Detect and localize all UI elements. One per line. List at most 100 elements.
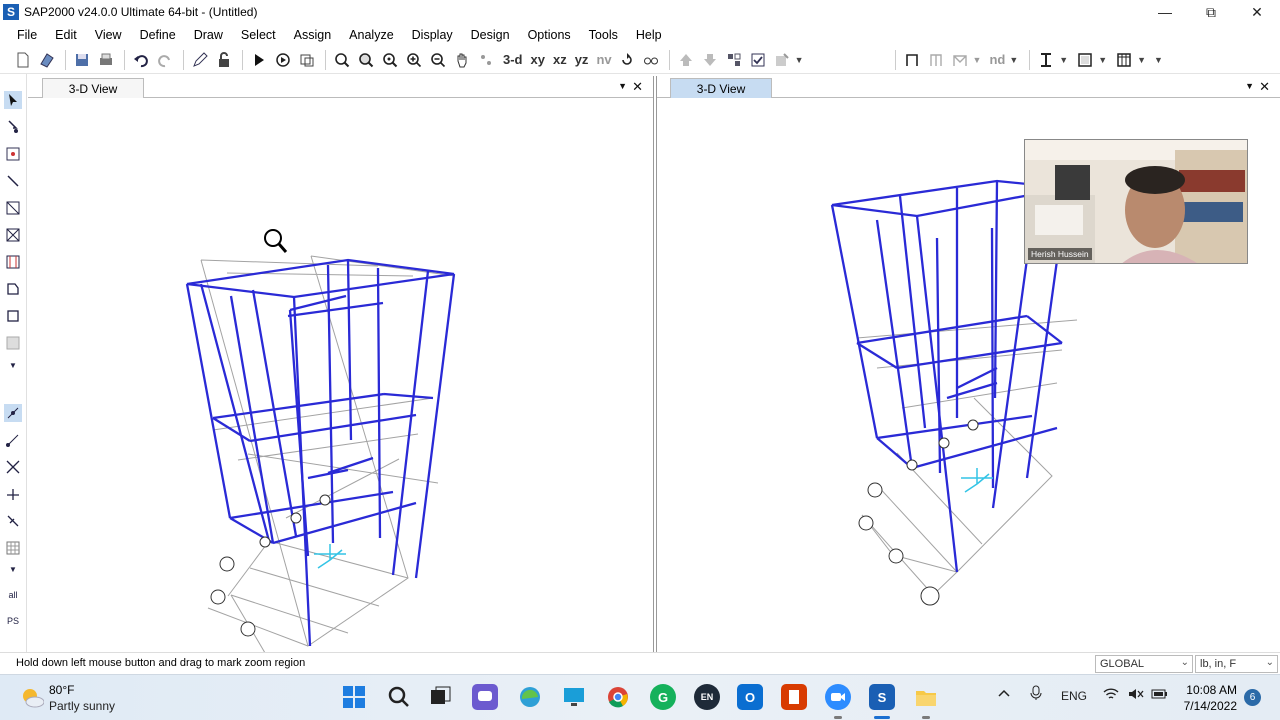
left-3d-view-pane[interactable]: 3-D View ▼ ✕ [28, 76, 654, 652]
pointer-icon[interactable] [4, 91, 22, 109]
menu-analyze[interactable]: Analyze [340, 28, 402, 42]
rotate-icon[interactable] [616, 49, 638, 71]
checkbox-display-icon[interactable] [747, 49, 769, 71]
draw-rect-area-icon[interactable] [4, 307, 22, 325]
wifi-icon[interactable] [1103, 687, 1119, 704]
pane-tab-3d-view-active[interactable]: 3-D View [670, 78, 772, 98]
menu-file[interactable]: File [8, 28, 46, 42]
menu-assign[interactable]: Assign [285, 28, 341, 42]
view-yz-button[interactable]: yz [575, 52, 589, 67]
quick-draw-secondary-icon[interactable] [4, 253, 22, 271]
view-xy-button[interactable]: xy [531, 52, 545, 67]
run-now-icon[interactable] [272, 49, 294, 71]
notification-badge[interactable]: 6 [1244, 689, 1261, 706]
dropdown-arrow-icon[interactable]: ▼ [1098, 55, 1107, 65]
open-icon[interactable] [36, 49, 58, 71]
menu-select[interactable]: Select [232, 28, 285, 42]
display-options-icon[interactable] [771, 49, 793, 71]
model-lock-icon[interactable] [296, 49, 318, 71]
menu-design[interactable]: Design [462, 28, 519, 42]
speaker-muted-icon[interactable] [1128, 687, 1144, 704]
dropdown-arrow-icon[interactable]: ▼ [1059, 55, 1068, 65]
clock-time[interactable]: 10:08 AM [1180, 683, 1237, 697]
rubber-band-icon[interactable] [475, 49, 497, 71]
run-analysis-icon[interactable] [248, 49, 270, 71]
zoom-app-icon[interactable] [825, 684, 851, 710]
weather-temperature[interactable]: 80°F [49, 683, 74, 697]
zoom-window-icon[interactable] [331, 49, 353, 71]
units-select[interactable]: lb, in, F ⌄ [1195, 655, 1278, 673]
teams-chat-icon[interactable] [472, 684, 498, 710]
zoom-in-icon[interactable] [403, 49, 425, 71]
menu-help[interactable]: Help [627, 28, 671, 42]
pan-hand-icon[interactable] [451, 49, 473, 71]
object-shrink-icon[interactable] [723, 49, 745, 71]
left-model-canvas[interactable] [28, 98, 654, 652]
reshaper-icon[interactable] [4, 118, 22, 136]
save-icon[interactable] [71, 49, 93, 71]
left-toolbar-dropdown-icon[interactable]: ▼ [4, 356, 22, 374]
pane-close-icon[interactable]: ✕ [632, 79, 643, 95]
previous-selection-button[interactable]: PS [4, 612, 22, 630]
pane-tab-3d-view[interactable]: 3-D View [42, 78, 144, 98]
close-icon[interactable]: ✕ [1234, 0, 1280, 24]
draw-frame-icon[interactable] [901, 49, 923, 71]
menu-options[interactable]: Options [519, 28, 580, 42]
desktop-monitor-icon[interactable] [561, 684, 587, 710]
view-3d-button[interactable]: 3-d [503, 52, 523, 67]
pane-close-icon[interactable]: ✕ [1259, 79, 1270, 95]
section-i-beam-icon[interactable] [1035, 49, 1057, 71]
dropdown-arrow-icon[interactable]: ▼ [1009, 55, 1018, 65]
language-indicator[interactable]: ENG [1061, 689, 1087, 703]
clock-date[interactable]: 7/14/2022 [1180, 699, 1237, 713]
draw-joint-icon[interactable] [4, 145, 22, 163]
move-up-icon[interactable] [675, 49, 697, 71]
pane-menu-arrow-icon[interactable]: ▼ [618, 81, 627, 91]
partly-sunny-icon[interactable] [20, 685, 44, 709]
area-section-icon[interactable] [1074, 49, 1096, 71]
outlook-icon[interactable]: O [737, 684, 763, 710]
menu-edit[interactable]: Edit [46, 28, 86, 42]
menu-display[interactable]: Display [403, 28, 462, 42]
left-toolbar-dropdown-icon[interactable]: ▼ [4, 560, 22, 578]
snap-intersection-icon[interactable] [4, 458, 22, 476]
move-down-icon[interactable] [699, 49, 721, 71]
zoom-out-icon[interactable] [427, 49, 449, 71]
lock-icon[interactable] [213, 49, 235, 71]
pane-menu-arrow-icon[interactable]: ▼ [1245, 81, 1254, 91]
toolbar-overflow-icon[interactable]: ▼ [1154, 55, 1163, 65]
dropdown-arrow-icon[interactable]: ▼ [795, 55, 804, 65]
menu-define[interactable]: Define [131, 28, 185, 42]
snap-points-icon[interactable] [4, 404, 22, 422]
draw-frame-line-icon[interactable] [4, 172, 22, 190]
print-icon[interactable] [95, 49, 117, 71]
snap-grid-icon[interactable] [4, 539, 22, 557]
table-display-icon[interactable] [1113, 49, 1135, 71]
select-all-button[interactable]: all [4, 586, 22, 604]
menu-view[interactable]: View [86, 28, 131, 42]
menu-tools[interactable]: Tools [580, 28, 627, 42]
battery-icon[interactable] [1151, 687, 1169, 704]
microphone-icon[interactable] [1030, 685, 1042, 704]
menu-draw[interactable]: Draw [185, 28, 232, 42]
sap2000-taskbar-icon[interactable]: S [869, 684, 895, 710]
nd-button[interactable]: nd [989, 52, 1005, 67]
view-nv-button[interactable]: nv [596, 52, 611, 67]
new-file-icon[interactable] [12, 49, 34, 71]
chevron-up-icon[interactable] [998, 687, 1010, 702]
chrome-icon[interactable] [605, 684, 631, 710]
draw-poly-area-icon[interactable] [4, 280, 22, 298]
quick-draw-area-icon[interactable] [4, 334, 22, 352]
dropdown-arrow-icon[interactable]: ▼ [1137, 55, 1146, 65]
snap-ends-icon[interactable] [4, 431, 22, 449]
snap-perpendicular-icon[interactable] [4, 485, 22, 503]
quick-draw-brace-icon[interactable] [4, 226, 22, 244]
task-view-icon[interactable] [427, 684, 453, 710]
weather-description[interactable]: Partly sunny [49, 699, 115, 713]
windows-start-icon[interactable] [341, 684, 367, 710]
search-icon[interactable] [386, 684, 412, 710]
snap-lines-icon[interactable] [4, 512, 22, 530]
file-explorer-icon[interactable] [913, 684, 939, 710]
redo-icon[interactable] [154, 49, 176, 71]
glasses-icon[interactable] [640, 49, 662, 71]
